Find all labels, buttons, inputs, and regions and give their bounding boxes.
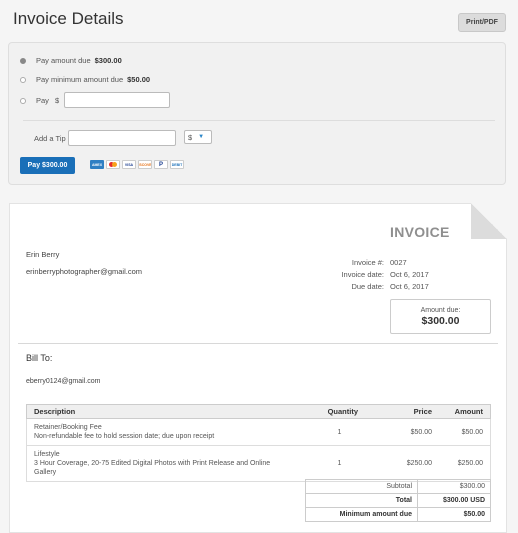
tip-unit-select[interactable]: $ ▼ xyxy=(184,130,212,144)
item-detail: 3 Hour Coverage, 20-75 Edited Digital Ph… xyxy=(34,460,271,476)
item-amount: $250.00 xyxy=(439,445,491,482)
divider xyxy=(23,120,495,121)
amount-due-value: $300.00 xyxy=(421,315,460,327)
due-date-label: Due date: xyxy=(351,281,384,291)
pay-currency-symbol: $ xyxy=(54,96,60,105)
sender-email: erinberryphotographer@gmail.com xyxy=(26,267,143,276)
minimum-due-row: Minimum amount due $50.00 xyxy=(305,507,491,522)
column-amount: Amount xyxy=(439,404,491,419)
pay-amount-due-label: Pay amount due xyxy=(36,56,91,65)
totals-table: Subtotal $300.00 Total $300.00 USD Minim… xyxy=(305,479,491,522)
radio-pay-amount-due[interactable] xyxy=(20,57,26,64)
pay-amount-due-value: $300.00 xyxy=(94,56,122,65)
tip-label: Add a Tip xyxy=(34,134,66,143)
print-pdf-button[interactable]: Print/PDF xyxy=(458,13,506,32)
amex-icon: AMEX xyxy=(90,160,104,169)
column-description: Description xyxy=(26,404,291,419)
table-row: Retainer/Booking Fee Non-refundable fee … xyxy=(26,418,491,446)
mastercard-icon xyxy=(106,160,120,169)
item-price: $250.00 xyxy=(365,445,439,482)
table-header-row: Description Quantity Price Amount xyxy=(26,404,491,419)
pay-minimum-value: $50.00 xyxy=(127,75,151,84)
radio-pay-custom[interactable] xyxy=(20,97,26,104)
bill-to-email: eberry0124@gmail.com xyxy=(26,378,101,385)
payment-panel: Pay amount due $300.00 Pay minimum amoun… xyxy=(8,42,506,185)
accepted-cards: AMEX VISA DISCOVER P DEBIT xyxy=(90,160,184,169)
pay-minimum-option[interactable]: Pay minimum amount due $50.00 xyxy=(20,75,150,84)
due-date-value: Oct 6, 2017 xyxy=(390,281,429,291)
line-items-table: Description Quantity Price Amount Retain… xyxy=(26,404,491,482)
item-amount: $50.00 xyxy=(439,418,491,446)
chevron-down-icon: ▼ xyxy=(198,134,205,140)
invoice-date-value: Oct 6, 2017 xyxy=(390,269,429,279)
subtotal-row: Subtotal $300.00 xyxy=(305,479,491,494)
bill-to-label: Bill To: xyxy=(26,353,53,363)
page-title: Invoice Details xyxy=(13,9,124,28)
column-quantity: Quantity xyxy=(291,404,365,419)
invoice-number-label: Invoice #: xyxy=(351,257,384,267)
item-quantity: 1 xyxy=(291,418,365,446)
pay-amount-due-option[interactable]: Pay amount due $300.00 xyxy=(20,56,122,65)
pay-button[interactable]: Pay $300.00 xyxy=(20,157,75,174)
visa-icon: VISA xyxy=(122,160,136,169)
radio-pay-minimum[interactable] xyxy=(20,76,26,83)
subtotal-value: $300.00 xyxy=(417,479,491,494)
item-quantity: 1 xyxy=(291,445,365,482)
invoice-heading: INVOICE xyxy=(390,224,450,240)
item-price: $50.00 xyxy=(365,418,439,446)
minimum-due-label: Minimum amount due xyxy=(305,507,418,522)
total-label: Total xyxy=(305,493,418,508)
discover-icon: DISCOVER xyxy=(138,160,152,169)
item-description: Lifestyle 3 Hour Coverage, 20-75 Edited … xyxy=(26,445,291,482)
sender-name: Erin Berry xyxy=(26,250,60,259)
invoice-document: INVOICE Erin Berry erinberryphotographer… xyxy=(9,203,507,533)
pay-custom-amount-input[interactable] xyxy=(64,92,170,108)
item-title: Retainer/Booking Fee xyxy=(34,424,102,431)
table-row: Lifestyle 3 Hour Coverage, 20-75 Edited … xyxy=(26,445,491,482)
column-price: Price xyxy=(365,404,439,419)
item-detail: Non-refundable fee to hold session date;… xyxy=(34,433,215,440)
total-row: Total $300.00 USD xyxy=(305,493,491,508)
amount-due-label: Amount due: xyxy=(420,307,461,314)
invoice-date-label: Invoice date: xyxy=(341,269,384,279)
invoice-number-value: 0027 xyxy=(390,257,407,267)
paypal-icon: P xyxy=(154,160,168,169)
invoice-meta: Invoice #: 0027 Invoice date: Oct 6, 201… xyxy=(320,256,429,292)
section-divider xyxy=(18,343,498,344)
invoice-number-row: Invoice #: 0027 xyxy=(320,256,429,268)
item-title: Lifestyle xyxy=(34,451,60,458)
pay-minimum-label: Pay minimum amount due xyxy=(36,75,124,84)
subtotal-label: Subtotal xyxy=(305,479,418,494)
page-fold-corner xyxy=(471,203,507,239)
pay-custom-label: Pay xyxy=(36,96,49,105)
total-value: $300.00 USD xyxy=(417,493,491,508)
invoice-date-row: Invoice date: Oct 6, 2017 xyxy=(320,268,429,280)
minimum-due-value: $50.00 xyxy=(417,507,491,522)
pay-custom-option[interactable]: Pay $ xyxy=(20,96,59,105)
due-date-row: Due date: Oct 6, 2017 xyxy=(320,280,429,292)
tip-unit-value: $ xyxy=(188,132,193,142)
item-description: Retainer/Booking Fee Non-refundable fee … xyxy=(26,418,291,446)
amount-due-box: Amount due: $300.00 xyxy=(390,299,491,334)
debit-icon: DEBIT xyxy=(170,160,184,169)
tip-amount-input[interactable] xyxy=(68,130,176,146)
